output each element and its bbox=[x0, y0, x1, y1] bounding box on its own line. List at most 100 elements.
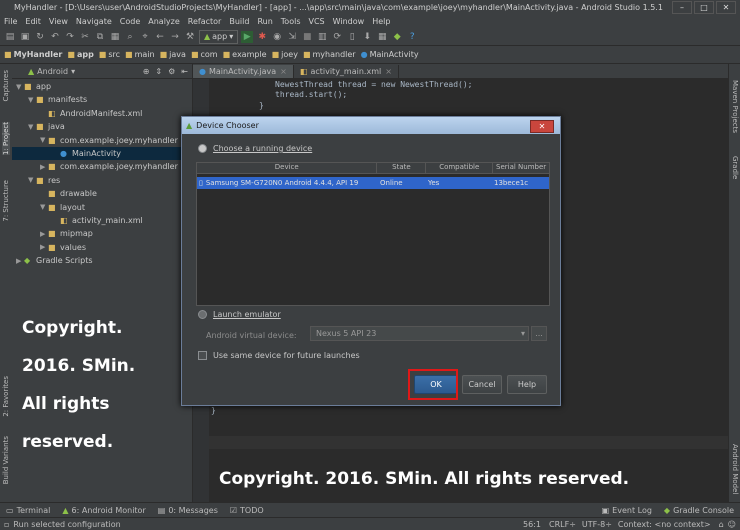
hide-icon[interactable]: ⇤ bbox=[181, 67, 188, 76]
tool-event-log[interactable]: ▣ Event Log bbox=[596, 506, 658, 515]
caret-position[interactable]: 56:1 bbox=[523, 520, 541, 529]
attach-debugger-icon[interactable]: ⇲ bbox=[286, 31, 298, 43]
code-line[interactable]: thread.start(); bbox=[275, 90, 347, 99]
tree-item[interactable]: ◧ activity_main.xml bbox=[12, 214, 143, 227]
tool-gradle-console[interactable]: ◆ Gradle Console bbox=[658, 506, 740, 515]
avd-more-button[interactable]: ... bbox=[531, 326, 547, 341]
tree-item[interactable]: ◧ AndroidManifest.xml bbox=[12, 107, 142, 120]
tree-item[interactable]: ▶ ◆ Gradle Scripts bbox=[12, 254, 93, 267]
menu-vcs[interactable]: VCS bbox=[305, 17, 329, 26]
breadcrumb-item[interactable]: ■ src bbox=[99, 50, 120, 59]
radio-unselected-icon[interactable] bbox=[198, 310, 207, 319]
dialog-close-button[interactable]: ✕ bbox=[530, 120, 554, 133]
tree-item[interactable]: ▶ ■ mipmap bbox=[12, 227, 93, 240]
sync-gradle-icon[interactable]: ⟳ bbox=[331, 31, 343, 43]
tree-item[interactable]: ■ drawable bbox=[12, 187, 97, 200]
breadcrumb-item[interactable]: ■ myhandler bbox=[303, 50, 356, 59]
tool-gradle[interactable]: Gradle bbox=[731, 156, 739, 179]
breadcrumb-item[interactable]: ■ com bbox=[191, 50, 218, 59]
cancel-button[interactable]: Cancel bbox=[462, 375, 502, 394]
menu-help[interactable]: Help bbox=[368, 17, 394, 26]
breadcrumb-item[interactable]: ■ app bbox=[67, 50, 93, 59]
radio-selected-icon[interactable] bbox=[198, 144, 207, 153]
menu-analyze[interactable]: Analyze bbox=[144, 17, 184, 26]
tree-item[interactable]: ▼ ■ java bbox=[12, 120, 65, 133]
menu-build[interactable]: Build bbox=[225, 17, 253, 26]
same-device-option[interactable]: Use same device for future launches bbox=[198, 351, 360, 360]
breadcrumb-item[interactable]: ■ example bbox=[223, 50, 267, 59]
tool-todo[interactable]: ☑ TODO bbox=[224, 506, 270, 515]
collapse-icon[interactable]: ⇕ bbox=[155, 67, 162, 76]
menu-window[interactable]: Window bbox=[329, 17, 369, 26]
make-project-icon[interactable]: ⚒ bbox=[184, 31, 196, 43]
tool-favorites[interactable]: 2: Favorites bbox=[2, 376, 10, 417]
expand-arrow-icon[interactable]: ▶ bbox=[40, 230, 48, 238]
avd-manager-icon[interactable]: ▯ bbox=[346, 31, 358, 43]
tree-item[interactable]: ● MainActivity bbox=[12, 147, 192, 160]
line-separator[interactable]: CRLF÷ bbox=[549, 520, 576, 529]
undo-icon[interactable]: ↶ bbox=[49, 31, 61, 43]
col-serial[interactable]: Serial Number bbox=[493, 163, 549, 173]
tool-maven-projects[interactable]: Maven Projects bbox=[731, 80, 739, 133]
close-icon[interactable]: × bbox=[280, 67, 287, 76]
stop-icon[interactable]: ■ bbox=[301, 31, 313, 43]
launch-emulator-option[interactable]: Launch emulator bbox=[198, 310, 281, 319]
lock-icon[interactable]: ⌂ bbox=[719, 520, 724, 529]
code-line[interactable]: } bbox=[211, 406, 216, 415]
help-button[interactable]: Help bbox=[507, 375, 547, 394]
copy-icon[interactable]: ⧉ bbox=[94, 31, 106, 43]
sync-icon[interactable]: ⊕ bbox=[143, 67, 150, 76]
android-monitor-icon[interactable]: ▥ bbox=[316, 31, 328, 43]
breadcrumb-item[interactable]: ■ main bbox=[125, 50, 155, 59]
coverage-icon[interactable]: ◉ bbox=[271, 31, 283, 43]
expand-arrow-icon[interactable]: ▼ bbox=[40, 203, 48, 211]
expand-arrow-icon[interactable]: ▼ bbox=[28, 123, 36, 131]
tool-project[interactable]: 1: Project bbox=[2, 122, 10, 155]
cut-icon[interactable]: ✂ bbox=[79, 31, 91, 43]
tree-item[interactable]: ▶ ■ values bbox=[12, 241, 86, 254]
project-structure-icon[interactable]: ▦ bbox=[376, 31, 388, 43]
back-icon[interactable]: ← bbox=[154, 31, 166, 43]
minimize-button[interactable]: – bbox=[672, 0, 692, 14]
debug-icon[interactable]: ✱ bbox=[256, 31, 268, 43]
gear-icon[interactable]: ⚙ bbox=[168, 67, 175, 76]
tool-build-variants[interactable]: Build Variants bbox=[2, 436, 10, 484]
sdk-manager-icon[interactable]: ⬇ bbox=[361, 31, 373, 43]
forward-icon[interactable]: → bbox=[169, 31, 181, 43]
tree-item[interactable]: ▼ ■ manifests bbox=[12, 93, 87, 106]
close-icon[interactable]: × bbox=[385, 67, 392, 76]
close-window-button[interactable]: ✕ bbox=[716, 0, 736, 14]
menu-refactor[interactable]: Refactor bbox=[184, 17, 226, 26]
tool-captures[interactable]: Captures bbox=[2, 70, 10, 101]
run-icon[interactable]: ▶ bbox=[241, 30, 254, 43]
table-row[interactable]: ▯ Samsung SM-G720N0 Android 4.4.4, API 1… bbox=[197, 177, 549, 189]
help-icon[interactable]: ? bbox=[406, 31, 418, 43]
menu-file[interactable]: File bbox=[0, 17, 21, 26]
expand-arrow-icon[interactable]: ▼ bbox=[28, 96, 36, 104]
inspector-icon[interactable]: ☺ bbox=[728, 520, 736, 529]
breadcrumb-item[interactable]: ■ java bbox=[160, 50, 186, 59]
run-config-select[interactable]: ▲ app ▾ bbox=[199, 29, 239, 44]
tree-item[interactable]: ▼ ■ res bbox=[12, 174, 60, 187]
col-compatible[interactable]: Compatible bbox=[426, 163, 494, 173]
choose-running-option[interactable]: Choose a running device bbox=[198, 144, 312, 153]
save-all-icon[interactable]: ▣ bbox=[19, 31, 31, 43]
tab-activity-main-xml[interactable]: ◧ activity_main.xml × bbox=[294, 65, 399, 78]
menu-run[interactable]: Run bbox=[253, 17, 276, 26]
tree-item[interactable]: ▼ ■ app bbox=[12, 80, 51, 93]
avd-select[interactable]: Nexus 5 API 23 ▾ bbox=[310, 326, 529, 341]
redo-icon[interactable]: ↷ bbox=[64, 31, 76, 43]
code-line[interactable]: } bbox=[259, 101, 264, 110]
breadcrumb-item[interactable]: ● MainActivity bbox=[361, 50, 419, 59]
menu-view[interactable]: View bbox=[45, 17, 72, 26]
file-encoding[interactable]: UTF-8÷ bbox=[582, 520, 612, 529]
maximize-button[interactable]: □ bbox=[694, 0, 714, 14]
tab-main-activity[interactable]: ● MainActivity.java × bbox=[193, 65, 294, 78]
tree-item[interactable]: ▶ ■ com.example.joey.myhandler (an bbox=[12, 160, 194, 173]
context-indicator[interactable]: Context: <no context> bbox=[618, 520, 711, 529]
expand-arrow-icon[interactable]: ▶ bbox=[40, 163, 48, 171]
sync-icon[interactable]: ↻ bbox=[34, 31, 46, 43]
tool-android-model[interactable]: Android Model bbox=[731, 444, 739, 494]
find-icon[interactable]: ⌕ bbox=[124, 31, 136, 43]
chevron-down-icon[interactable]: ▾ bbox=[71, 67, 75, 76]
